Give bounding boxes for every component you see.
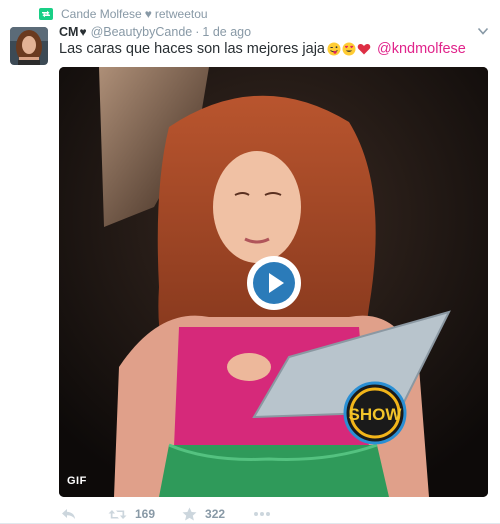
red-heart-emoji (357, 44, 371, 55)
mention-link[interactable]: @kndmolfese (377, 41, 466, 57)
star-icon (182, 507, 197, 521)
retweeter-name[interactable]: Cande Molfese (61, 7, 142, 21)
retweet-context: Cande Molfese ♥ retweetou (39, 6, 208, 22)
play-icon (269, 273, 284, 293)
author-name-heart: ♥ (79, 25, 87, 39)
retweet-action-label: retweetou (154, 7, 208, 21)
tweet-header: CM ♥ @BeautybyCande · 1 de ago (59, 24, 251, 40)
retweet-count: 169 (135, 507, 156, 521)
chevron-down-icon[interactable] (477, 26, 489, 36)
more-icon (254, 512, 271, 516)
heart-eyes-emoji (342, 42, 356, 56)
winking-tongue-emoji (327, 42, 341, 56)
more-button[interactable] (253, 511, 271, 517)
show-logo-text: SHOW (349, 405, 403, 424)
tweet-timestamp[interactable]: 1 de ago (202, 25, 251, 39)
tweet-card[interactable]: Cande Molfese ♥ retweetou CM ♥ @Beautyby… (0, 0, 500, 524)
author-fullname[interactable]: CM (59, 25, 78, 39)
reply-icon (62, 509, 75, 519)
gif-badge: GIF (67, 475, 87, 487)
retweet-button[interactable]: 169 (108, 507, 155, 521)
like-button[interactable]: 322 (182, 507, 225, 521)
reply-button[interactable] (61, 507, 77, 521)
author-handle[interactable]: @BeautybyCande (91, 25, 193, 39)
header-separator: · (195, 25, 200, 39)
avatar[interactable] (10, 27, 48, 65)
like-count: 322 (205, 507, 226, 521)
play-button[interactable] (247, 256, 301, 310)
retweet-icon (108, 509, 127, 519)
tweet-actions: 169 322 (59, 504, 271, 524)
tweet-text: Las caras que haces son las mejores jaja… (59, 41, 466, 57)
retweeter-heart: ♥ (144, 7, 152, 21)
tweet-text-body: Las caras que haces son las mejores jaja (59, 41, 325, 57)
retweet-icon (39, 8, 53, 20)
